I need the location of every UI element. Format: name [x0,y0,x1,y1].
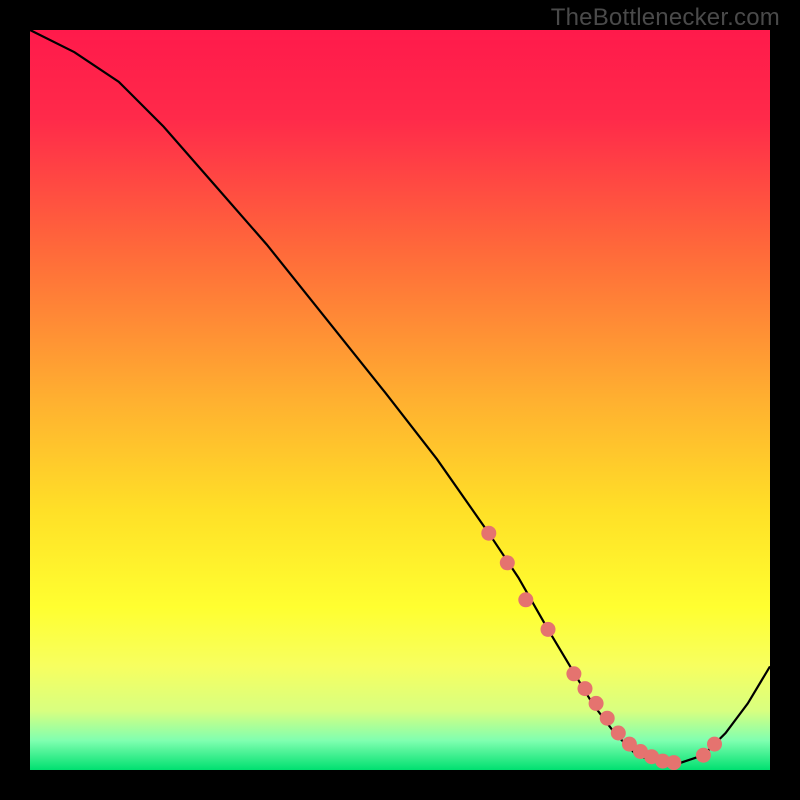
data-point [589,696,604,711]
data-point [600,711,615,726]
data-point [481,526,496,541]
bottleneck-chart [30,30,770,770]
data-point [500,555,515,570]
plot-area [30,30,770,770]
chart-frame: TheBottlenecker.com [0,0,800,800]
data-point [541,622,556,637]
data-point [566,666,581,681]
watermark-text: TheBottlenecker.com [551,4,780,32]
gradient-background [30,30,770,770]
data-point [611,726,626,741]
data-point [696,748,711,763]
data-point [518,592,533,607]
data-point [578,681,593,696]
data-point [666,755,681,770]
data-point [707,737,722,752]
